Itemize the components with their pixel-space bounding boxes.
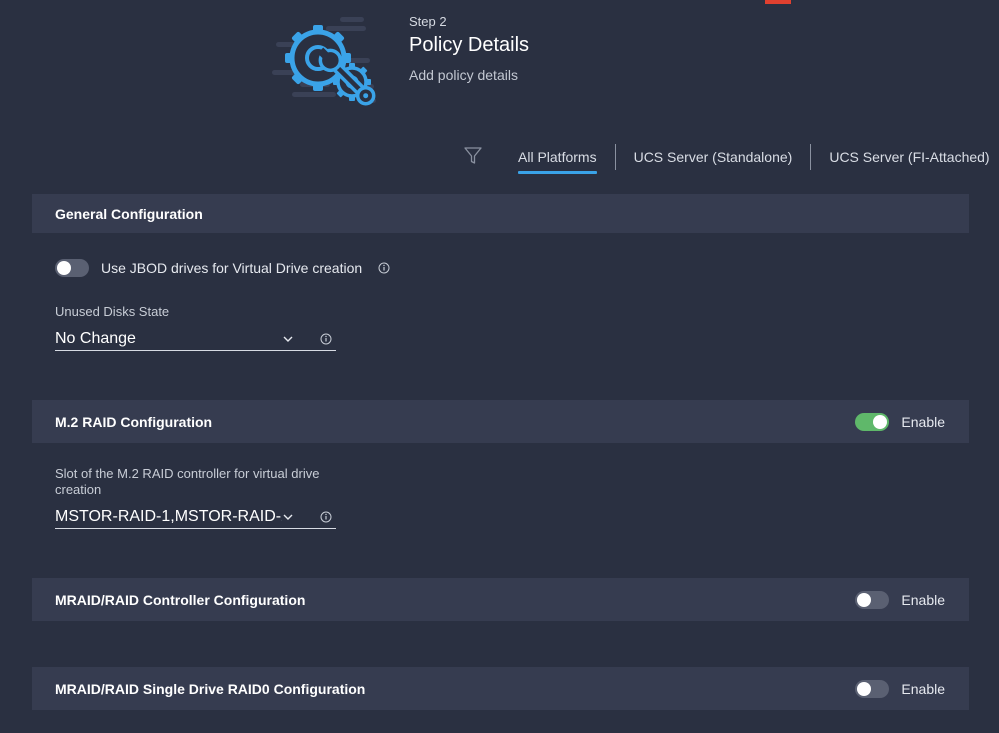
tab-all-platforms[interactable]: All Platforms <box>500 144 615 174</box>
section-title: MRAID/RAID Controller Configuration <box>55 591 306 608</box>
section-title: M.2 RAID Configuration <box>55 413 213 430</box>
jbod-toggle[interactable] <box>55 259 89 277</box>
filter-icon[interactable] <box>463 146 483 166</box>
jbod-label: Use JBOD drives for Virtual Drive creati… <box>101 260 363 276</box>
enable-label: Enable <box>901 413 945 430</box>
unused-disks-select[interactable]: No Change <box>55 327 336 351</box>
mraid-enable-toggle[interactable] <box>855 590 890 609</box>
raid0-section: MRAID/RAID Single Drive RAID0 Configurat… <box>32 667 969 710</box>
policy-details-page: Step 2 Policy Details Add policy details… <box>0 0 999 733</box>
info-icon[interactable] <box>320 511 332 523</box>
general-config-section: General Configuration <box>32 194 969 233</box>
enable-label: Enable <box>901 680 945 697</box>
tab-ucs-fi-attached[interactable]: UCS Server (FI-Attached) <box>811 144 999 172</box>
page-subtitle: Add policy details <box>409 67 518 83</box>
enable-label: Enable <box>901 591 945 608</box>
section-title: General Configuration <box>55 205 203 222</box>
unused-disks-label: Unused Disks State <box>55 304 170 319</box>
m2-enable-control: Enable <box>855 412 945 431</box>
step-label: Step 2 <box>409 14 447 29</box>
m2-slot-select[interactable]: MSTOR-RAID-1,MSTOR-RAID-2 <box>55 505 336 529</box>
raid0-enable-control: Enable <box>855 679 945 698</box>
m2-slot-value: MSTOR-RAID-1,MSTOR-RAID-2 <box>55 507 282 525</box>
chevron-down-icon <box>283 514 293 520</box>
page-title: Policy Details <box>409 34 530 56</box>
gears-wrench-icon <box>272 17 376 106</box>
jbod-row: Use JBOD drives for Virtual Drive creati… <box>55 259 390 277</box>
tab-ucs-standalone[interactable]: UCS Server (Standalone) <box>616 144 811 172</box>
m2-raid-section: M.2 RAID Configuration Enable <box>32 400 969 443</box>
top-accent-bar <box>765 0 791 4</box>
info-icon[interactable] <box>320 333 332 345</box>
platform-tabs: All Platforms UCS Server (Standalone) UC… <box>500 144 999 174</box>
info-icon[interactable] <box>378 262 390 274</box>
raid0-enable-toggle[interactable] <box>855 679 890 698</box>
section-title: MRAID/RAID Single Drive RAID0 Configurat… <box>55 680 366 697</box>
mraid-controller-section: MRAID/RAID Controller Configuration Enab… <box>32 578 969 621</box>
m2-enable-toggle[interactable] <box>855 412 890 431</box>
mraid-enable-control: Enable <box>855 590 945 609</box>
unused-disks-value: No Change <box>55 329 136 347</box>
m2-slot-label: Slot of the M.2 RAID controller for virt… <box>55 466 320 497</box>
chevron-down-icon <box>283 336 293 342</box>
